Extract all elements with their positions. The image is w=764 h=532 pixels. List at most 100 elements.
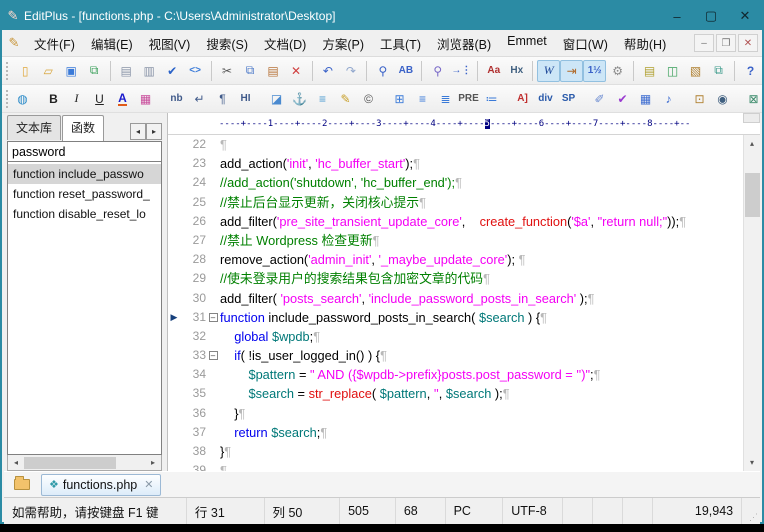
bold-button[interactable]: B bbox=[42, 88, 65, 110]
function-list-item[interactable]: function disable_reset_lo bbox=[8, 204, 161, 224]
change-case-button[interactable]: Aa bbox=[482, 60, 505, 82]
insert-music-button[interactable]: ♪ bbox=[657, 88, 680, 110]
syntax-check-button[interactable]: ✔ bbox=[611, 88, 634, 110]
resize-grip-icon[interactable]: ⋰ bbox=[742, 498, 760, 524]
browser-pane-button[interactable]: ▧ bbox=[684, 60, 707, 82]
vertical-scrollbar[interactable]: ▴ ▾ bbox=[743, 135, 760, 471]
fold-collapse-icon[interactable]: – bbox=[209, 313, 218, 322]
spell-check-button[interactable]: ✔ bbox=[161, 60, 184, 82]
paste-button[interactable]: ▤ bbox=[262, 60, 285, 82]
italic-button[interactable]: I bbox=[65, 88, 88, 110]
find-button[interactable]: ⚲ bbox=[371, 60, 394, 82]
sidebar-horizontal-scrollbar[interactable]: ◂ ▸ bbox=[7, 455, 162, 471]
open-file-button[interactable]: ▱ bbox=[37, 60, 60, 82]
align-center-button[interactable]: ≣ bbox=[434, 88, 457, 110]
go-to-line-button[interactable]: →⋮ bbox=[449, 60, 473, 82]
text-editor[interactable]: 22¶23add_action('init', 'hc_buffer_start… bbox=[168, 135, 760, 471]
copyright-button[interactable]: © bbox=[357, 88, 380, 110]
minimize-icon[interactable]: – bbox=[660, 2, 694, 30]
menu-project[interactable]: 方案(P) bbox=[314, 30, 372, 57]
function-list-item[interactable]: function reset_password_ bbox=[8, 184, 161, 204]
undo-button[interactable]: ↶ bbox=[316, 60, 339, 82]
find-in-files-button[interactable]: ⚲ bbox=[426, 60, 449, 82]
menu-browser[interactable]: 浏览器(B) bbox=[429, 30, 499, 57]
sidebar-tab-cliptext[interactable]: 文本库 bbox=[7, 115, 61, 140]
scroll-down-icon[interactable]: ▾ bbox=[744, 454, 760, 471]
span-tag-button[interactable]: SP bbox=[557, 88, 580, 110]
mdi-restore-icon[interactable]: ❐ bbox=[716, 34, 736, 52]
paragraph-button[interactable]: ¶ bbox=[211, 88, 234, 110]
view-in-browser-button[interactable]: ◍ bbox=[11, 88, 34, 110]
tab-close-icon[interactable]: ✕ bbox=[144, 478, 153, 491]
heading-button[interactable]: HI bbox=[234, 88, 257, 110]
word-wrap-button[interactable]: W bbox=[537, 60, 560, 82]
hex-viewer-button[interactable]: Hx bbox=[505, 60, 528, 82]
horizontal-rule-button[interactable]: ≡ bbox=[311, 88, 334, 110]
maximize-icon[interactable]: ▢ bbox=[694, 2, 728, 30]
delete-button[interactable]: ✕ bbox=[285, 60, 308, 82]
mdi-close-icon[interactable]: ✕ bbox=[738, 34, 758, 52]
html-source-button[interactable]: <> bbox=[184, 60, 207, 82]
toolbar-grip[interactable] bbox=[6, 90, 8, 108]
div-tag-button[interactable]: div bbox=[534, 88, 557, 110]
scroll-right-icon[interactable]: ▸ bbox=[145, 456, 161, 470]
document-tab-functions-php[interactable]: ❖ functions.php ✕ bbox=[41, 474, 161, 496]
form-fields-button[interactable]: ⊡ bbox=[688, 88, 711, 110]
line-numbers-button[interactable]: 1½ bbox=[583, 60, 606, 82]
folder-icon[interactable] bbox=[9, 474, 35, 495]
mdi-minimize-icon[interactable]: – bbox=[694, 34, 714, 52]
fold-collapse-icon[interactable]: – bbox=[209, 351, 218, 360]
non-breaking-space-button[interactable]: nb bbox=[165, 88, 188, 110]
align-left-button[interactable]: ≡ bbox=[411, 88, 434, 110]
preferences-button[interactable]: ⚙ bbox=[606, 60, 629, 82]
context-help-button[interactable]: ? bbox=[739, 60, 762, 82]
directory-window-button[interactable]: ◫ bbox=[661, 60, 684, 82]
script-editor-button[interactable]: ✐ bbox=[588, 88, 611, 110]
memo-button[interactable]: ✎ bbox=[334, 88, 357, 110]
print-preview-button[interactable]: ▤ bbox=[115, 60, 138, 82]
underline-button[interactable]: U bbox=[88, 88, 111, 110]
line-break-button[interactable]: ↵ bbox=[188, 88, 211, 110]
redo-button[interactable]: ↷ bbox=[339, 60, 362, 82]
scrollbar-thumb[interactable] bbox=[745, 173, 760, 217]
object-tag-button[interactable]: ⊠ bbox=[742, 88, 764, 110]
document-list-button[interactable]: ▤ bbox=[638, 60, 661, 82]
menu-file[interactable]: 文件(F) bbox=[26, 30, 83, 57]
replace-button[interactable]: AB bbox=[394, 60, 417, 82]
scrollbar-thumb[interactable] bbox=[24, 457, 116, 469]
menu-emmet[interactable]: Emmet bbox=[499, 30, 555, 57]
print-button[interactable]: ▥ bbox=[138, 60, 161, 82]
fold-toggle[interactable]: – bbox=[206, 346, 220, 365]
option-fields-button[interactable]: ◉ bbox=[711, 88, 734, 110]
scroll-up-icon[interactable]: ▴ bbox=[744, 135, 760, 152]
preformatted-button[interactable]: PRE bbox=[457, 88, 480, 110]
font-tag-button[interactable]: A] bbox=[511, 88, 534, 110]
insert-image-button[interactable]: ◪ bbox=[265, 88, 288, 110]
sidebar-tab-functions[interactable]: 函数 bbox=[62, 115, 104, 141]
insert-media-button[interactable]: ▦ bbox=[634, 88, 657, 110]
anchor-button[interactable]: ⚓ bbox=[288, 88, 311, 110]
menu-window[interactable]: 窗口(W) bbox=[555, 30, 616, 57]
save-all-button[interactable]: ⧉ bbox=[83, 60, 106, 82]
toolbar-grip[interactable] bbox=[6, 62, 11, 80]
new-file-button[interactable]: ▯ bbox=[14, 60, 37, 82]
menu-tools[interactable]: 工具(T) bbox=[372, 30, 429, 57]
auto-indent-button[interactable]: ⇥ bbox=[560, 60, 583, 82]
function-list-item[interactable]: function include_passwo bbox=[8, 164, 161, 184]
menu-view[interactable]: 视图(V) bbox=[141, 30, 199, 57]
save-file-button[interactable]: ▣ bbox=[60, 60, 83, 82]
scroll-left-icon[interactable]: ◂ bbox=[8, 456, 24, 470]
function-filter-input[interactable] bbox=[7, 141, 162, 162]
menu-help[interactable]: 帮助(H) bbox=[616, 30, 674, 57]
table-button[interactable]: ⊞ bbox=[388, 88, 411, 110]
tab-scroll-right-icon[interactable]: ▸ bbox=[146, 123, 162, 140]
split-handle[interactable] bbox=[743, 113, 760, 123]
font-color-button[interactable]: A bbox=[111, 88, 134, 110]
menu-document[interactable]: 文档(D) bbox=[256, 30, 314, 57]
menu-edit[interactable]: 编辑(E) bbox=[83, 30, 141, 57]
bullet-list-button[interactable]: ≔ bbox=[480, 88, 503, 110]
new-browser-window-button[interactable]: ⧉ bbox=[707, 60, 730, 82]
color-picker-button[interactable]: ▦ bbox=[134, 88, 157, 110]
menu-search[interactable]: 搜索(S) bbox=[198, 30, 256, 57]
close-icon[interactable]: ✕ bbox=[728, 2, 762, 30]
